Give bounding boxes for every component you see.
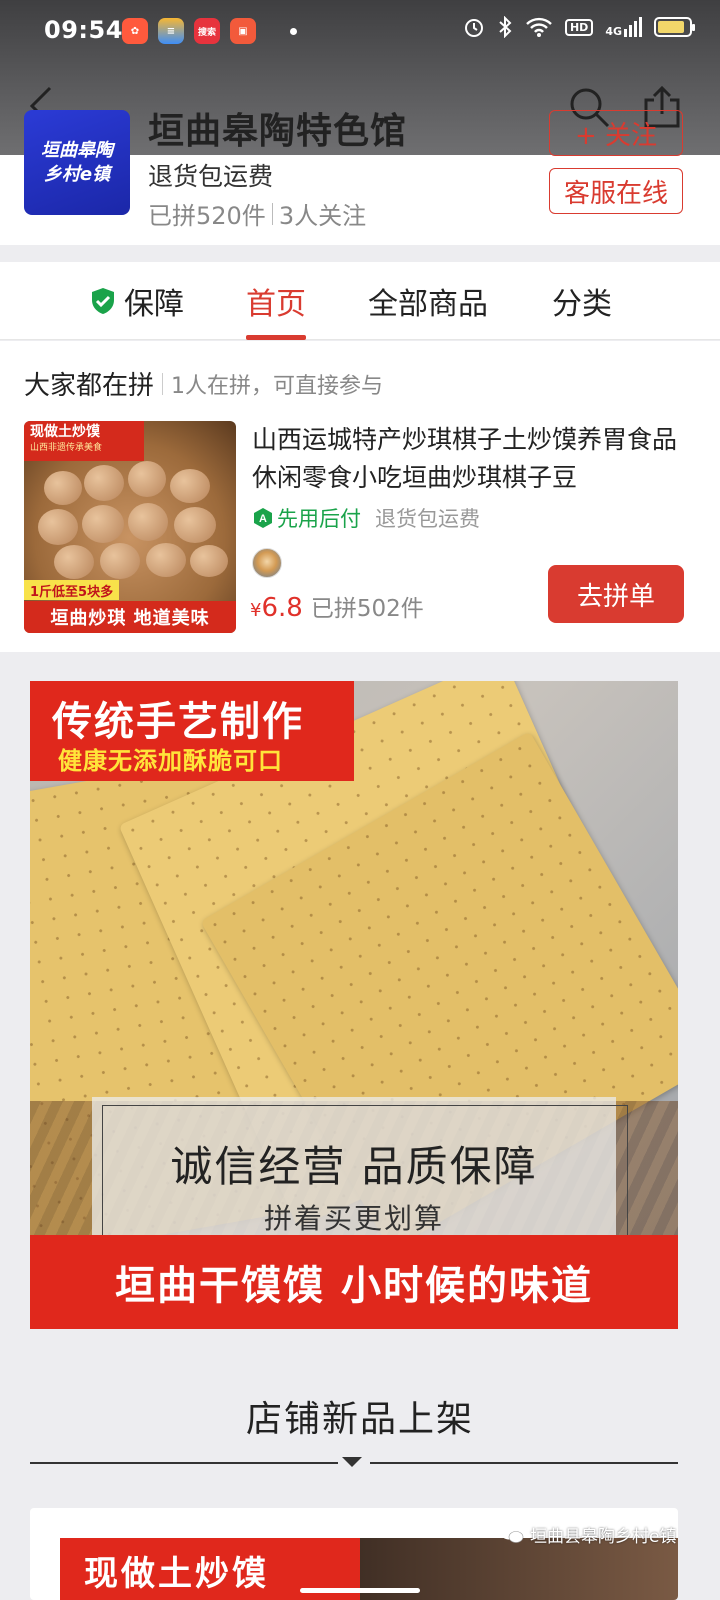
new-product-tag-text: 现做土炒馍 — [84, 1554, 269, 1594]
shop-stats: 已拼520件 3人关注 — [148, 196, 366, 231]
status-bar: 09:54 ✿ ≡ 搜索 ▣ HD 4G — [0, 0, 720, 64]
product-image-bean — [128, 503, 168, 541]
shop-follower-count: 3人关注 — [278, 202, 367, 230]
product-image-tag: 现做土炒馍 山西非遗传承美食 — [24, 421, 144, 461]
product-image-bean — [44, 471, 82, 505]
app-icon-2: ≡ — [158, 18, 184, 44]
join-group-button[interactable]: 去拼单 — [548, 565, 684, 623]
product-image-bean — [146, 543, 186, 577]
watermark-text: 垣曲县皋陶乡村e镇 — [530, 1527, 677, 1547]
pay-later-icon: A — [254, 508, 272, 528]
price-currency: ¥ — [250, 600, 262, 621]
bluetooth-icon — [499, 16, 512, 38]
product-image-bean — [174, 507, 216, 543]
group-buying-header: 大家都在拼 1人在拼，可直接参与 — [24, 365, 383, 402]
product-image-bean — [84, 465, 124, 501]
tab-all-products-label: 全部商品 — [368, 287, 488, 322]
product-image-bean — [82, 505, 124, 543]
shop-name: 垣曲皋陶特色馆 — [148, 111, 408, 152]
product-image-bean — [128, 461, 166, 497]
promo-banner[interactable]: 传统手艺制作 健康无添加酥脆可口 诚信经营 品质保障 拼着买更划算 垣曲干馍馍 … — [30, 681, 678, 1329]
wifi-icon — [526, 17, 552, 37]
banner-box-title: 诚信经营 品质保障 — [170, 1142, 538, 1191]
shield-check-icon — [92, 288, 114, 314]
avatar — [252, 548, 282, 578]
banner-headline-box: 传统手艺制作 健康无添加酥脆可口 — [30, 681, 354, 781]
product-image-tag-sub: 山西非遗传承美食 — [30, 443, 103, 453]
status-app-icons: ✿ ≡ 搜索 ▣ — [122, 18, 297, 44]
section-caret-icon — [342, 1457, 362, 1467]
banner-quality-box: 诚信经营 品质保障 拼着买更划算 — [92, 1097, 628, 1263]
free-return-label: 退货包运费 — [375, 507, 480, 531]
app-icon-4: ▣ — [230, 18, 256, 44]
product-image[interactable]: 现做土炒馍 山西非遗传承美食 1斤低至5块多 垣曲炒琪 地道美味 — [24, 421, 236, 633]
product-title[interactable]: 山西运城特产炒琪棋子土炒馍养胃食品休闲零食小吃垣曲炒琪棋子豆 — [252, 421, 692, 497]
banner-box-subtitle: 拼着买更划算 — [263, 1202, 444, 1235]
battery-level — [658, 21, 684, 33]
shop-sold-count: 已拼520件 — [148, 202, 266, 230]
group-buying-title: 大家都在拼 — [24, 371, 155, 401]
home-indicator[interactable] — [300, 1588, 420, 1593]
network-label: 4G — [605, 25, 622, 38]
product-image-tag-title: 现做土炒馍 — [30, 424, 100, 440]
svg-text:A: A — [259, 513, 267, 525]
product-price-row: ¥ 6.8 已拼502件 — [250, 589, 424, 623]
status-indicators: HD 4G — [463, 16, 695, 38]
wechat-icon — [501, 1526, 524, 1543]
tab-guarantee[interactable]: 保障 — [90, 262, 184, 340]
follow-button[interactable]: + 关注 — [549, 110, 683, 156]
hd-badge: HD — [564, 18, 594, 36]
product-tags: A 先用后付 退货包运费 — [252, 503, 480, 533]
watermark: 垣曲县皋陶乡村e镇 — [500, 1522, 676, 1547]
shop-logo[interactable]: 垣曲皋陶 乡村e镇 — [24, 110, 130, 215]
shop-tabs: 保障 首页 全部商品 分类 — [0, 262, 720, 340]
product-image-slogan: 垣曲炒琪 地道美味 — [24, 601, 236, 633]
product-price: 6.8 — [261, 593, 303, 623]
signal-icon: 4G — [605, 17, 642, 37]
banner-subtitle: 健康无添加酥脆可口 — [58, 747, 283, 775]
product-image-bean — [170, 469, 210, 503]
shop-return-note: 退货包运费 — [148, 162, 274, 191]
tab-home[interactable]: 首页 — [246, 262, 306, 340]
pay-later-label: 先用后付 — [277, 507, 361, 531]
battery-icon — [654, 17, 695, 37]
shop-logo-line1: 垣曲皋陶 — [41, 139, 113, 161]
group-buying-subtitle: 1人在拼，可直接参与 — [171, 373, 384, 399]
app-icon-3: 搜索 — [194, 18, 220, 44]
shop-logo-line2: 乡村e镇 — [43, 163, 111, 185]
alarm-icon — [464, 19, 483, 37]
product-image-bean — [54, 545, 94, 579]
section-divider — [370, 1462, 678, 1464]
product-image-price-tag: 1斤低至5块多 — [24, 580, 120, 600]
product-image-bean — [38, 509, 78, 545]
active-tab-indicator — [246, 335, 306, 340]
product-image-bean — [190, 545, 228, 577]
banner-title: 传统手艺制作 — [52, 699, 304, 745]
section-divider — [30, 1462, 338, 1464]
new-arrivals-title: 店铺新品上架 — [245, 1399, 474, 1440]
group-header-divider — [162, 372, 164, 395]
app-icon-1: ✿ — [122, 18, 148, 44]
notification-dot — [290, 27, 297, 35]
banner-footer: 垣曲干馍馍 小时候的味道 — [30, 1235, 678, 1329]
group-buying-section: 大家都在拼 1人在拼，可直接参与 现做土炒馍 山西非遗传承美食 1斤低至5块多 … — [0, 341, 720, 652]
customer-service-button[interactable]: 客服在线 — [549, 168, 683, 214]
tab-home-label: 首页 — [246, 287, 306, 322]
product-sold-count: 已拼502件 — [310, 596, 424, 622]
tab-categories-label: 分类 — [552, 287, 612, 322]
stat-divider — [271, 202, 273, 225]
tab-all-products[interactable]: 全部商品 — [368, 262, 488, 340]
tab-categories[interactable]: 分类 — [552, 262, 612, 340]
product-image-bean — [100, 543, 140, 579]
tab-guarantee-label: 保障 — [124, 287, 184, 322]
status-time: 09:54 — [44, 16, 123, 44]
